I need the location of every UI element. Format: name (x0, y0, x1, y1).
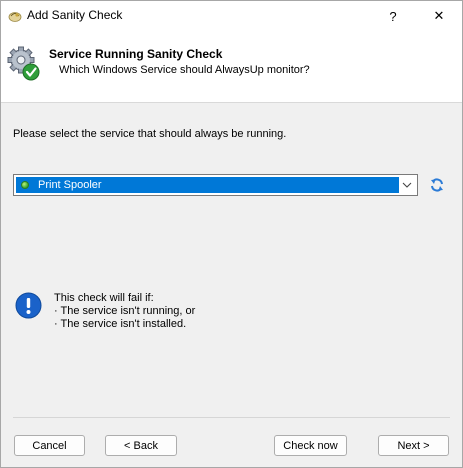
page-subtitle: Which Windows Service should AlwaysUp mo… (59, 64, 310, 76)
cancel-button[interactable]: Cancel (14, 435, 85, 456)
window-title: Add Sanity Check (27, 8, 123, 22)
refresh-services-icon[interactable] (429, 177, 445, 193)
back-button[interactable]: < Back (105, 435, 177, 456)
gear-check-icon (7, 46, 40, 81)
info-icon (15, 292, 42, 319)
chevron-down-icon[interactable] (401, 179, 413, 191)
alwaysup-app-icon (8, 12, 22, 22)
service-running-icon (21, 181, 29, 189)
check-now-button[interactable]: Check now (274, 435, 347, 456)
close-button[interactable]: ✕ (416, 1, 462, 31)
next-button[interactable]: Next > (378, 435, 449, 456)
page-title: Service Running Sanity Check (49, 47, 223, 61)
header-band: Service Running Sanity Check Which Windo… (1, 31, 462, 103)
title-bar[interactable]: Add Sanity Check ? ✕ (1, 1, 462, 31)
failure-conditions-list: The service isn't running, or The servic… (54, 305, 196, 331)
info-heading: This check will fail if: (54, 292, 154, 304)
service-prompt-label: Please select the service that should al… (13, 128, 287, 140)
selected-service-value: Print Spooler (38, 179, 102, 191)
selected-service-row: Print Spooler (16, 177, 399, 193)
service-dropdown[interactable]: Print Spooler (13, 174, 418, 196)
footer-divider (13, 417, 450, 418)
help-button[interactable]: ? (370, 1, 416, 31)
list-item: The service isn't installed. (54, 318, 195, 331)
add-sanity-check-dialog: Add Sanity Check ? ✕ Service Running San… (0, 0, 463, 468)
list-item: The service isn't running, or (54, 305, 196, 318)
